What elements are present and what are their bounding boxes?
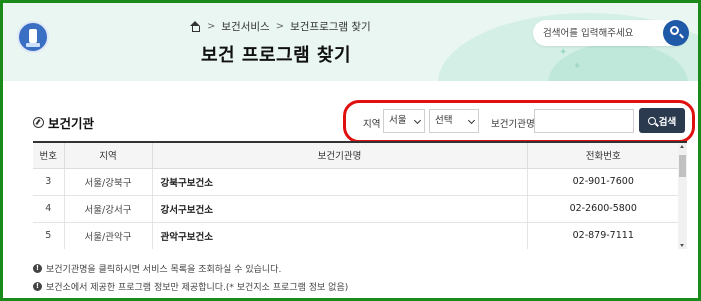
info-note-text: 보건기관명을 클릭하시면 서비스 목록을 조회하실 수 있습니다.	[46, 265, 282, 275]
institution-table: 번호 지역 보건기관명 전화번호 3 서울/강북구 강북구보건소 02-901-…	[33, 141, 687, 249]
column-header-phone: 전화번호	[527, 143, 679, 169]
row-institution-link[interactable]: 강북구보건소	[152, 168, 528, 196]
row-region: 서울/강북구	[64, 168, 153, 196]
row-region: 서울/강서구	[64, 195, 153, 223]
breadcrumb-item[interactable]: 보건프로그램 찾기	[290, 19, 371, 34]
info-icon: !	[33, 264, 42, 273]
info-note-text: 보건소에서 제공한 프로그램 정보만 제공합니다.(* 보건지소 프로그램 정보…	[46, 283, 349, 293]
screenshot-frame: ✦ ✦ > 보건서비스 > 보건프로그램 찾기 보건 프로그램 찾기 보건기관 …	[0, 0, 701, 301]
region-select[interactable]: 서울	[383, 109, 425, 133]
chevron-down-icon	[413, 116, 422, 125]
info-note: ! 보건기관명을 클릭하시면 서비스 목록을 조회하실 수 있습니다.	[33, 262, 281, 275]
scrollbar-thumb[interactable]	[679, 155, 686, 177]
section-title: 보건기관	[48, 116, 95, 131]
row-phone: 02-2600-5800	[527, 195, 679, 223]
region-select-value: 서울	[389, 115, 407, 126]
search-input[interactable]	[543, 24, 658, 42]
table-row[interactable]: 5 서울/관악구 관악구보건소 02-879-7111	[33, 222, 679, 249]
sparkle-icon: ✦	[573, 61, 582, 72]
sparkle-icon: ✦	[559, 47, 568, 58]
scroll-down-icon[interactable]	[680, 244, 684, 247]
row-institution-link[interactable]: 관악구보건소	[152, 222, 528, 249]
section-header: 보건기관	[33, 113, 94, 132]
row-phone: 02-879-7111	[527, 222, 679, 249]
search-button-label: 검색	[658, 116, 677, 128]
row-number: 4	[33, 195, 65, 223]
info-note: ! 보건소에서 제공한 프로그램 정보만 제공합니다.(* 보건지소 프로그램 …	[33, 280, 348, 293]
institution-name-input[interactable]	[534, 109, 634, 133]
column-header-institution: 보건기관명	[152, 143, 528, 169]
page-title: 보건 프로그램 찾기	[201, 45, 352, 66]
row-region: 서울/관악구	[64, 222, 153, 249]
table-header-row: 번호 지역 보건기관명 전화번호	[33, 143, 679, 169]
home-icon[interactable]	[189, 20, 201, 33]
top-search-box	[533, 20, 689, 46]
scroll-up-icon[interactable]	[680, 145, 684, 148]
row-phone: 02-901-7600	[527, 168, 679, 196]
top-search-button[interactable]	[663, 20, 689, 46]
compass-icon	[33, 117, 44, 128]
row-number: 5	[33, 222, 65, 249]
search-button[interactable]: 검색	[639, 108, 685, 133]
logo-icon[interactable]	[17, 21, 49, 53]
info-icon: !	[33, 282, 42, 291]
header-banner: ✦ ✦ > 보건서비스 > 보건프로그램 찾기 보건 프로그램 찾기	[3, 3, 698, 81]
row-number: 3	[33, 168, 65, 196]
region-label: 지역	[363, 119, 381, 130]
institution-label: 보건기관명	[491, 119, 535, 130]
row-institution-link[interactable]: 강서구보건소	[152, 195, 528, 223]
district-select[interactable]: 선택	[429, 109, 479, 133]
chevron-right-icon: >	[275, 21, 285, 32]
table-scrollbar[interactable]	[678, 143, 687, 249]
search-icon	[647, 116, 656, 125]
column-header-region: 지역	[64, 143, 153, 169]
table-row[interactable]: 3 서울/강북구 강북구보건소 02-901-7600	[33, 168, 679, 196]
column-header-number: 번호	[33, 143, 65, 169]
search-icon	[670, 26, 679, 35]
breadcrumb-item[interactable]: 보건서비스	[221, 19, 269, 34]
district-select-value: 선택	[435, 115, 453, 126]
table-row[interactable]: 4 서울/강서구 강서구보건소 02-2600-5800	[33, 195, 679, 223]
chevron-right-icon: >	[207, 21, 216, 32]
chevron-down-icon	[467, 116, 476, 125]
breadcrumb: > 보건서비스 > 보건프로그램 찾기	[189, 19, 371, 34]
